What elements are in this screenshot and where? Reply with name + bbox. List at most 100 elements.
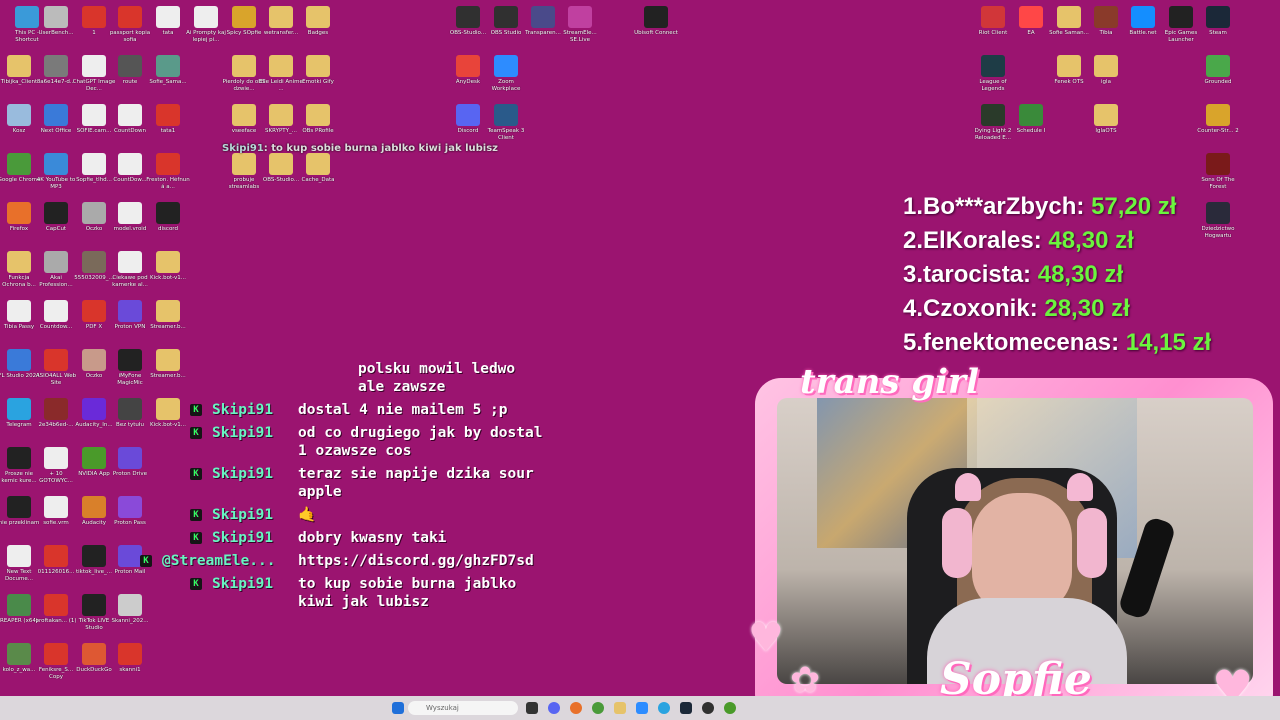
taskbar-search-input[interactable]: Wyszukaj: [408, 701, 518, 715]
desktop-icon[interactable]: Skanni_202...: [108, 594, 152, 625]
app-icon: [118, 55, 142, 77]
task-view-icon[interactable]: [526, 702, 538, 714]
taskbar-app-icon[interactable]: [636, 702, 648, 714]
desktop-icon[interactable]: Sons Of The Forest: [1196, 153, 1240, 190]
firefox-taskbar-icon[interactable]: [570, 702, 582, 714]
chat-username: Skipi91: [212, 402, 274, 418]
leaderboard-amount: 48,30 zł: [1048, 227, 1134, 254]
app-icon: [7, 545, 31, 567]
file-explorer-icon[interactable]: [614, 702, 626, 714]
desktop-icon[interactable]: Kick.bot-v1...: [146, 251, 190, 282]
chat-message-text: to kup sobie burna jablko kiwi jak lubis…: [298, 576, 517, 610]
app-icon: [156, 6, 180, 28]
app-icon: [7, 643, 31, 665]
whatsapp-taskbar-icon[interactable]: [724, 702, 736, 714]
leaderboard-amount: 57,20 zł: [1091, 193, 1177, 220]
app-icon: [1094, 104, 1118, 126]
app-icon: [82, 349, 106, 371]
donation-leaderboard: 1.Bo***arZbych: 57,20 zł 2.ElKorales: 48,…: [903, 190, 1211, 360]
app-icon: [118, 251, 142, 273]
app-icon: [7, 202, 31, 224]
headphone-icon: [1077, 508, 1107, 578]
app-icon: [82, 496, 106, 518]
desktop-icon[interactable]: Streamer.b...: [146, 300, 190, 331]
desktop-icon[interactable]: Steam: [1196, 6, 1240, 37]
desktop-icon[interactable]: IglaOTS: [1084, 104, 1128, 135]
app-icon: [531, 6, 555, 28]
kick-badge-icon: K: [190, 532, 202, 544]
leaderboard-entry: 1.Bo***arZbych: 57,20 zł: [903, 190, 1211, 224]
app-icon: [7, 300, 31, 322]
chat-message: K Skipi91 dobry kwasny taki: [190, 529, 620, 547]
start-icon[interactable]: [392, 702, 404, 714]
desktop-icon-label: Emotki Gify: [302, 79, 334, 85]
desktop-icon[interactable]: Cache_Data: [296, 153, 340, 184]
app-icon: [44, 643, 68, 665]
kick-badge-icon: K: [190, 578, 202, 590]
desktop-icon-label: Freston. Héfnun á a...: [146, 177, 190, 190]
desktop-icon[interactable]: Proton Pass: [108, 496, 152, 527]
app-icon: [156, 104, 180, 126]
desktop-icon-label: IglaOTS: [1095, 128, 1117, 134]
desktop-icon-label: Streamer.b...: [150, 373, 186, 379]
desktop-icon[interactable]: skanni1: [108, 643, 152, 674]
desktop-icon-label: Sons Of The Forest: [1201, 177, 1235, 190]
desktop-icon[interactable]: Ubisoft Connect: [634, 6, 678, 37]
app-icon: [44, 104, 68, 126]
desktop-icon[interactable]: TeamSpeak 3 Client: [484, 104, 528, 141]
desktop-icon[interactable]: OBs PRofile: [296, 104, 340, 135]
desktop-icon[interactable]: Grounded: [1196, 55, 1240, 86]
app-icon: [82, 6, 106, 28]
app-icon: [82, 202, 106, 224]
stream-chat: polsku mowil ledwo ale zawsze K Skipi91 do…: [140, 360, 620, 616]
app-icon: [156, 251, 180, 273]
app-icon: [44, 349, 68, 371]
desktop-icon[interactable]: Badges: [296, 6, 340, 37]
chat-username: Skipi91: [212, 466, 274, 482]
app-icon: [118, 300, 142, 322]
app-icon: [232, 104, 256, 126]
app-icon: [494, 104, 518, 126]
desktop-icon-label: skanni1: [119, 667, 141, 673]
discord-taskbar-icon[interactable]: [548, 702, 560, 714]
chat-username: @StreamEle...: [162, 553, 276, 569]
app-icon: [1094, 6, 1118, 28]
desktop-icon[interactable]: Zoom Workplace: [484, 55, 528, 92]
desktop-icon[interactable]: League of Legends: [971, 55, 1015, 92]
app-icon: [82, 398, 106, 420]
leaderboard-name: Czoxonik:: [923, 295, 1045, 322]
desktop-icon[interactable]: Emotki Gify: [296, 55, 340, 86]
desktop-icon[interactable]: Schedule I: [1009, 104, 1053, 135]
app-icon: [44, 55, 68, 77]
desktop-icon[interactable]: StreamEle... SE.Live: [558, 6, 602, 43]
app-icon: [1019, 104, 1043, 126]
desktop-icon[interactable]: Sofie_Sama...: [146, 55, 190, 86]
desktop-icon[interactable]: discord: [146, 202, 190, 233]
desktop-icon[interactable]: Proton Drive: [108, 447, 152, 478]
heart-icon: ♥: [748, 615, 784, 661]
desktop-icon[interactable]: Kick.bot-v1...: [146, 398, 190, 429]
obs-taskbar-icon[interactable]: [702, 702, 714, 714]
desktop-icon-label: TeamSpeak 3 Client: [487, 128, 525, 141]
app-icon: [494, 55, 518, 77]
desktop-icon[interactable]: Streamer.b...: [146, 349, 190, 380]
chat-continued-line: ale zawsze: [358, 379, 446, 395]
steam-taskbar-icon[interactable]: [680, 702, 692, 714]
app-icon: [118, 643, 142, 665]
desktop-icon[interactable]: Freston. Héfnun á a...: [146, 153, 190, 190]
desktop-icon-label: Steam: [1209, 30, 1227, 36]
app-icon: [1206, 6, 1230, 28]
kick-badge-icon: K: [140, 555, 152, 567]
chat-message: K Skipi91 🤙: [190, 506, 620, 524]
desktop-icon[interactable]: tata1: [146, 104, 190, 135]
leaderboard-entry: 3.tarocista: 48,30 zł: [903, 258, 1211, 292]
app-icon: [82, 153, 106, 175]
chrome-taskbar-icon[interactable]: [592, 702, 604, 714]
app-icon: [118, 349, 142, 371]
kick-badge-icon: K: [190, 509, 202, 521]
desktop-icon[interactable]: igla: [1084, 55, 1128, 86]
app-icon: [7, 55, 31, 77]
telegram-taskbar-icon[interactable]: [658, 702, 670, 714]
desktop-icon[interactable]: Counter-Str... 2: [1196, 104, 1240, 135]
leaderboard-name: tarocista:: [923, 261, 1038, 288]
